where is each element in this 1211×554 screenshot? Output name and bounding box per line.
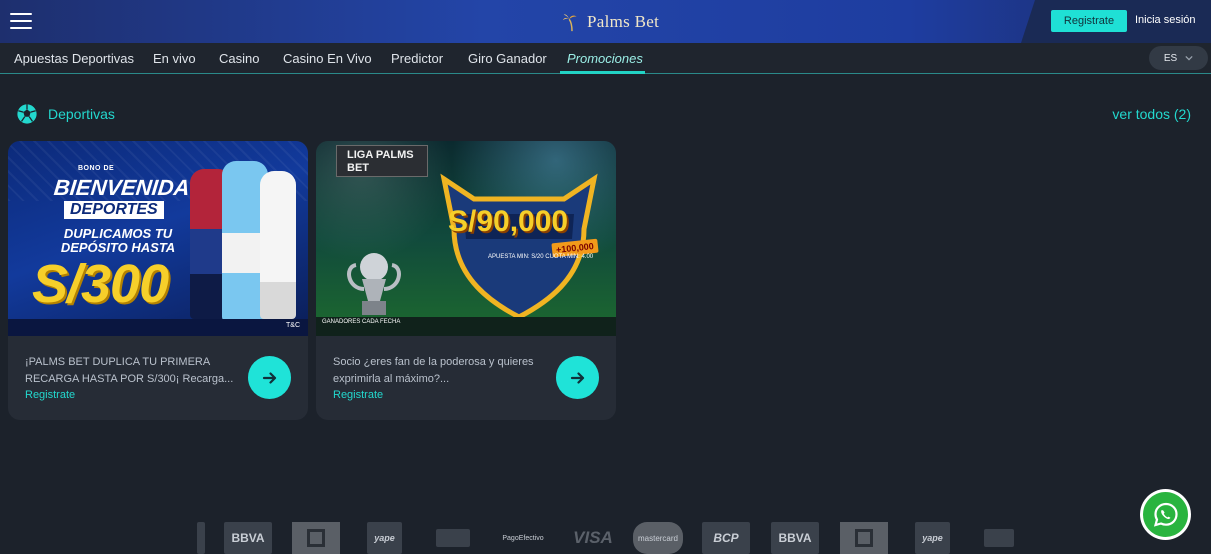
promo-card-liga-palms-bet[interactable]: LIGA PALMS BET S/90,000 +100,000 APUESTA… — [316, 141, 616, 420]
promo-card-welcome-bonus[interactable]: BONO DE BIENVENIDA DEPORTES DUPLICAMOS T… — [8, 141, 308, 420]
whatsapp-chat-button[interactable] — [1140, 489, 1191, 540]
banner-tc-text: T&C — [286, 322, 300, 329]
payment-logo-bbva: BBVA — [771, 522, 819, 554]
language-selector[interactable]: ES — [1149, 46, 1208, 70]
nav-item-en-vivo[interactable]: En vivo — [153, 51, 196, 66]
banner-strip-text: GANADORES CADA FECHA — [322, 319, 401, 325]
nav-item-apuestas-deportivas[interactable]: Apuestas Deportivas — [14, 51, 134, 66]
payment-logo-yape: yape — [367, 522, 402, 554]
arrow-right-icon — [570, 371, 584, 384]
section-title: Deportivas — [48, 106, 115, 122]
payment-logo-partial — [197, 522, 205, 554]
promo-register-link[interactable]: Registrate — [333, 389, 383, 401]
banner-bono-de-text: BONO DE — [78, 165, 115, 172]
payment-logo-generic — [436, 529, 470, 547]
palms-bet-logo[interactable]: Palms Bet — [561, 10, 659, 34]
banner-liga-badge: LIGA PALMS BET — [336, 145, 428, 177]
payment-logo-visa: VISA — [573, 528, 613, 547]
hamburger-menu-icon[interactable] — [10, 13, 32, 29]
active-tab-indicator — [560, 71, 645, 74]
payment-logo-bbva: BBVA — [224, 522, 272, 554]
banner-deportes-tag: DEPORTES — [64, 201, 164, 219]
logo-text: Palms Bet — [587, 12, 660, 31]
banner-legal-strip — [8, 319, 308, 336]
banner-amount-text: S/90,000 — [448, 205, 569, 238]
login-link[interactable]: Inicia sesión — [1135, 14, 1196, 26]
top-header: Palms Bet Registrate Inicia sesión — [0, 0, 1211, 43]
promo-description: Socio ¿eres fan de la poderosa y quieres… — [333, 356, 534, 385]
payment-logo-yape: yape — [915, 522, 950, 554]
payment-logo-mastercard: mastercard — [633, 522, 683, 554]
palm-tree-logo-icon — [562, 14, 577, 32]
nav-item-predictor[interactable]: Predictor — [391, 51, 443, 66]
payment-logo-pagoefectivo: PagoEfectivo — [502, 534, 544, 542]
nav-item-giro-ganador[interactable]: Giro Ganador — [468, 51, 547, 66]
payment-logo-square — [840, 522, 888, 554]
see-all-link[interactable]: ver todos (2) — [1112, 106, 1191, 122]
payment-logo-generic — [984, 529, 1014, 547]
chevron-down-icon — [1185, 55, 1193, 61]
trophy-icon — [347, 253, 401, 315]
promo-register-link[interactable]: Registrate — [25, 389, 75, 401]
player-figure — [260, 171, 296, 319]
nav-item-casino-en-vivo[interactable]: Casino En Vivo — [283, 51, 372, 66]
banner-duplicamos-text: DUPLICAMOS TU DEPÓSITO HASTA — [60, 226, 176, 255]
promo-description: ¡PALMS BET DUPLICA TU PRIMERA RECARGA HA… — [25, 356, 234, 385]
arrow-right-icon — [262, 371, 276, 384]
nav-item-casino[interactable]: Casino — [219, 51, 259, 66]
language-label: ES — [1163, 52, 1178, 64]
banner-apuesta-text: APUESTA MIN: S/20 CUOTA MIN: 4.00 — [488, 254, 594, 260]
banner-bienvenida-text: BIENVENIDA — [52, 175, 192, 200]
main-navigation: Apuestas Deportivas En vivo Casino Casin… — [0, 43, 1211, 74]
banner-amount-text: S/300 — [32, 254, 169, 314]
promo-banner-image: LIGA PALMS BET S/90,000 +100,000 APUESTA… — [316, 141, 616, 336]
nav-item-promociones[interactable]: Promociones — [567, 51, 643, 66]
promo-banner-image: BONO DE BIENVENIDA DEPORTES DUPLICAMOS T… — [8, 141, 308, 336]
soccer-ball-icon — [17, 104, 37, 124]
payment-logo-bcp: BCP — [702, 522, 750, 554]
register-button[interactable]: Registrate — [1051, 10, 1127, 32]
promo-open-button[interactable] — [556, 356, 599, 399]
promo-open-button[interactable] — [248, 356, 291, 399]
payment-methods-strip: BBVA yape PagoEfectivo VISA mastercard B… — [0, 519, 1211, 554]
whatsapp-icon — [1153, 502, 1178, 527]
payment-logo-square — [292, 522, 340, 554]
